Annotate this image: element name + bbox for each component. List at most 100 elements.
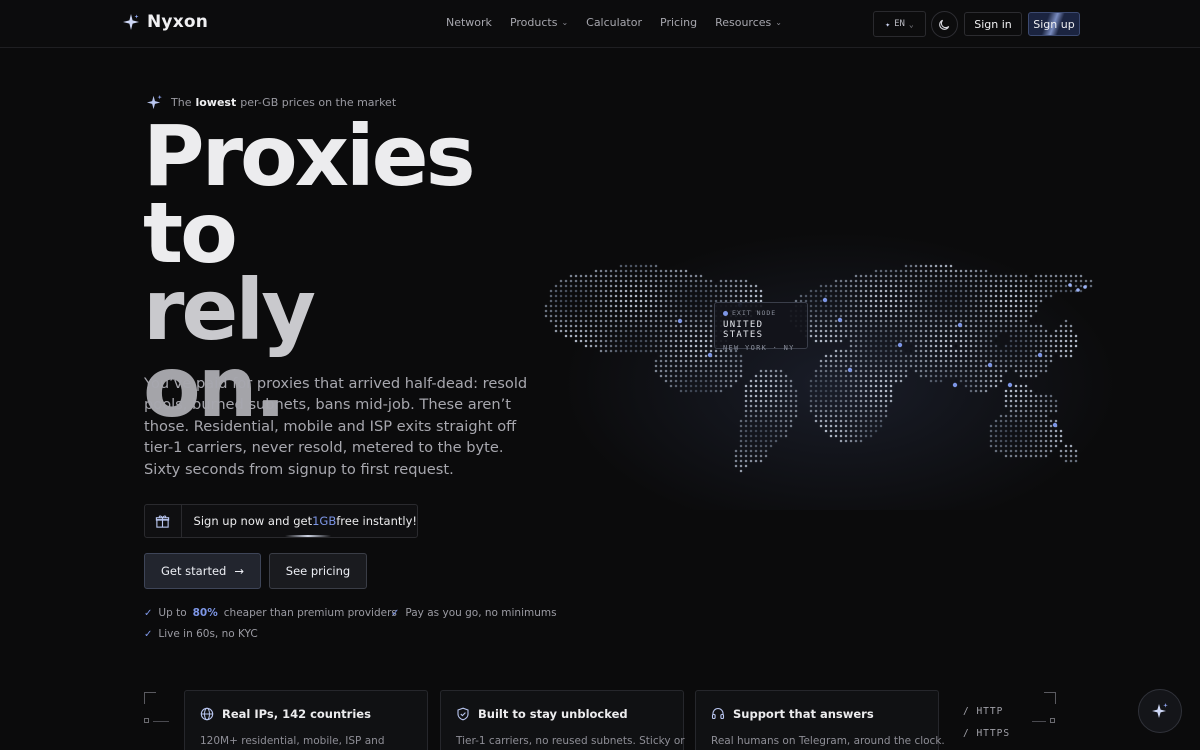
- map-dot: [679, 364, 683, 368]
- map-dot: [589, 334, 593, 338]
- map-dot: [674, 374, 678, 378]
- map-dot: [1039, 344, 1043, 348]
- map-dot: [839, 419, 843, 423]
- map-dot: [1034, 274, 1038, 278]
- map-dot: [669, 274, 673, 278]
- map-dot: [849, 359, 853, 363]
- map-dot: [704, 344, 708, 348]
- map-dot: [1049, 439, 1053, 443]
- map-dot: [914, 339, 918, 343]
- nav-link-resources[interactable]: Resources ⌄: [715, 16, 782, 29]
- map-dot: [889, 319, 893, 323]
- map-dot: [884, 319, 888, 323]
- map-dot: [874, 319, 878, 323]
- map-dot: [654, 334, 658, 338]
- see-pricing-button[interactable]: See pricing: [269, 553, 367, 589]
- map-dot: [1004, 429, 1008, 433]
- map-dot: [929, 349, 933, 353]
- map-dot: [579, 329, 583, 333]
- brand-logo[interactable]: Nyxon: [122, 12, 208, 32]
- map-dot: [649, 289, 653, 293]
- map-dot: [869, 344, 873, 348]
- map-dot: [839, 289, 843, 293]
- map-dot: [879, 329, 883, 333]
- nav-link-pricing[interactable]: Pricing: [660, 16, 697, 29]
- assistant-button[interactable]: [1138, 689, 1182, 733]
- map-dot: [849, 364, 853, 368]
- map-dot: [1054, 274, 1058, 278]
- map-dot: [904, 329, 908, 333]
- map-dot: [929, 369, 933, 373]
- nav-link-products[interactable]: Products ⌄: [510, 16, 568, 29]
- map-dot: [914, 314, 918, 318]
- map-dot: [1044, 424, 1048, 428]
- map-dot: [629, 314, 633, 318]
- map-dot: [724, 374, 728, 378]
- map-dot: [1024, 314, 1028, 318]
- map-dot: [684, 294, 688, 298]
- get-started-button[interactable]: Get started →: [144, 553, 261, 589]
- map-dot: [894, 359, 898, 363]
- map-dot: [614, 289, 618, 293]
- map-dot: [704, 279, 708, 283]
- theme-toggle-button[interactable]: [931, 11, 958, 38]
- map-dot: [1029, 289, 1033, 293]
- map-dot: [929, 299, 933, 303]
- map-dot: [719, 374, 723, 378]
- map-dot: [1049, 334, 1053, 338]
- language-selector[interactable]: ✦ EN ⌄: [873, 11, 926, 37]
- map-dot: [694, 274, 698, 278]
- map-dot: [694, 389, 698, 393]
- map-dot: [744, 454, 748, 458]
- map-dot: [599, 269, 603, 273]
- free-gb-promo[interactable]: Sign up now and get1GBfree instantly!: [144, 504, 418, 538]
- map-dot: [844, 364, 848, 368]
- map-dot: [639, 329, 643, 333]
- map-dot: [594, 319, 598, 323]
- world-dot-map: [544, 264, 1093, 473]
- map-dot: [769, 439, 773, 443]
- map-dot: [584, 339, 588, 343]
- map-dot: [1004, 324, 1008, 328]
- map-dot: [984, 304, 988, 308]
- map-dot: [579, 314, 583, 318]
- map-dot: [659, 344, 663, 348]
- map-dot: [1059, 274, 1063, 278]
- map-dot: [729, 384, 733, 388]
- map-dot: [949, 344, 953, 348]
- map-dot: [834, 404, 838, 408]
- nav-link-network[interactable]: Network: [446, 16, 492, 29]
- map-dot: [879, 314, 883, 318]
- map-dot: [549, 304, 553, 308]
- map-dot: [989, 369, 993, 373]
- sign-in-button[interactable]: Sign in: [964, 12, 1022, 36]
- map-dot: [714, 289, 718, 293]
- map-dot: [564, 314, 568, 318]
- promo-amount: 1GB: [312, 514, 337, 528]
- map-dot: [819, 404, 823, 408]
- map-dot: [1014, 309, 1018, 313]
- map-dot: [664, 319, 668, 323]
- map-dot: [939, 334, 943, 338]
- sign-up-button[interactable]: Sign up: [1028, 12, 1080, 36]
- map-dot: [949, 369, 953, 373]
- map-dot: [619, 349, 623, 353]
- map-dot: [864, 409, 868, 413]
- sparkle-icon: ✦: [885, 19, 891, 29]
- map-dot: [649, 284, 653, 288]
- map-dot: [894, 299, 898, 303]
- map-dot: [844, 369, 848, 373]
- map-dot: [554, 324, 558, 328]
- map-dot: [1004, 319, 1008, 323]
- map-dot: [829, 299, 833, 303]
- map-dot: [739, 434, 743, 438]
- map-dot: [649, 334, 653, 338]
- map-dot: [604, 309, 608, 313]
- map-node: [822, 297, 828, 303]
- map-dot: [1004, 289, 1008, 293]
- map-dot: [629, 319, 633, 323]
- map-dot: [934, 304, 938, 308]
- nav-link-calculator[interactable]: Calculator: [586, 16, 642, 29]
- feature-pay-as-you-go: ✓ Pay as you go, no minimums: [391, 607, 557, 619]
- map-dot: [674, 364, 678, 368]
